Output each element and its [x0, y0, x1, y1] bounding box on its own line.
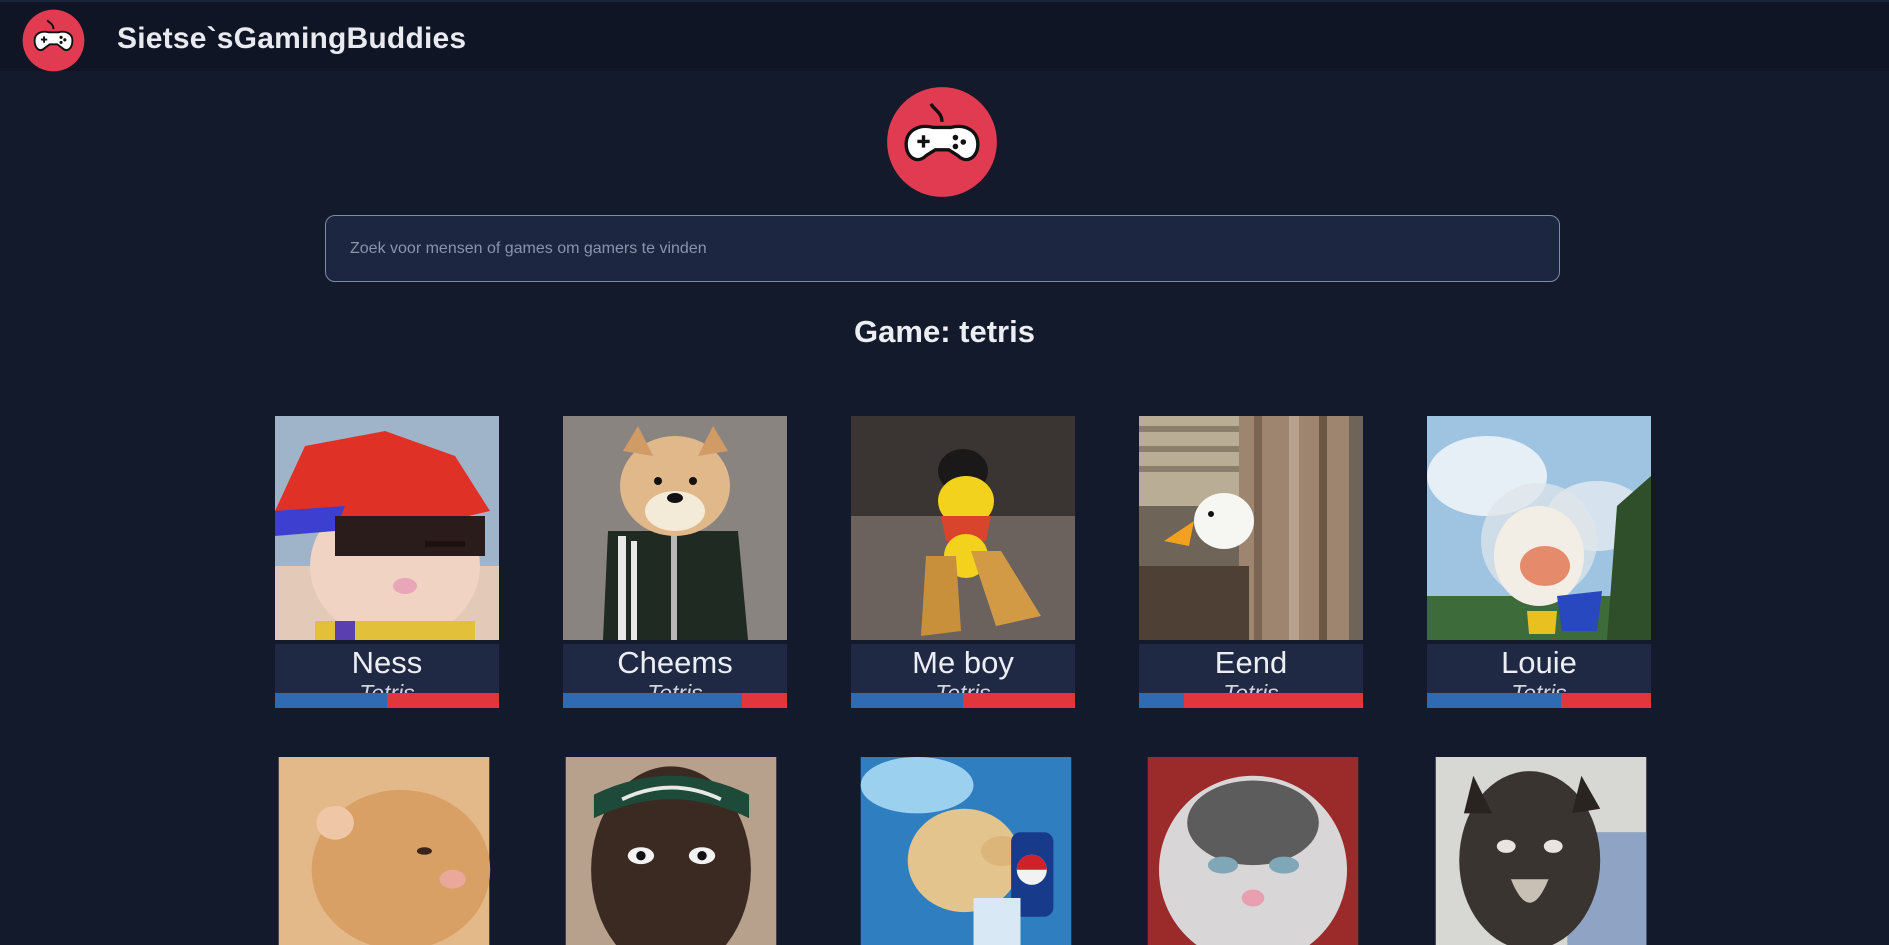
player-avatar	[1427, 416, 1651, 640]
player-card[interactable]: Ness Tetris	[275, 416, 499, 708]
ratio-bar-red	[963, 693, 1075, 708]
player-card[interactable]: Eend Tetris	[1139, 416, 1363, 708]
ratio-bar-blue	[563, 693, 743, 708]
puppy-pepsi-photo[interactable]	[854, 757, 1078, 945]
player-info: Cheems Tetris	[563, 644, 787, 708]
search-input[interactable]	[326, 216, 1559, 281]
gamepad-icon[interactable]	[22, 9, 85, 72]
man-headband-photo[interactable]	[559, 757, 783, 945]
player-name: Cheems	[617, 645, 733, 680]
navbar: Sietse`sGamingBuddies	[0, 0, 1889, 72]
ratio-bar	[275, 693, 499, 708]
player-name: Eend	[1214, 645, 1288, 680]
search-box	[325, 215, 1560, 282]
wet-cat-photo[interactable]	[1429, 757, 1653, 945]
player-info: Ness Tetris	[275, 644, 499, 708]
player-info: Eend Tetris	[1139, 644, 1363, 708]
ratio-bar-red	[387, 693, 499, 708]
ratio-bar-red	[1561, 693, 1651, 708]
hamster-photo[interactable]	[272, 757, 496, 945]
player-info: Louie Tetris	[1427, 644, 1651, 708]
ratio-bar-blue	[275, 693, 387, 708]
player-card[interactable]: Cheems Tetris	[563, 416, 787, 708]
ratio-bar-red	[1183, 693, 1363, 708]
player-avatar	[563, 416, 787, 640]
ratio-bar	[1427, 693, 1651, 708]
ratio-bar-blue	[851, 693, 963, 708]
ratio-bar	[1139, 693, 1363, 708]
ratio-bar-blue	[1427, 693, 1562, 708]
player-name: Louie	[1501, 645, 1577, 680]
kitten-photo[interactable]	[1141, 757, 1365, 945]
ratio-bar	[563, 693, 787, 708]
player-card[interactable]: Louie Tetris	[1427, 416, 1651, 708]
gamepad-icon	[887, 87, 997, 197]
player-info: Me boy Tetris	[851, 644, 1075, 708]
player-avatar	[1139, 416, 1363, 640]
player-avatar	[851, 416, 1075, 640]
ratio-bar-blue	[1139, 693, 1184, 708]
player-name: Me boy	[912, 645, 1014, 680]
site-title[interactable]: Sietse`sGamingBuddies	[117, 22, 466, 56]
player-card[interactable]: Me boy Tetris	[851, 416, 1075, 708]
ratio-bar	[851, 693, 1075, 708]
game-heading: Game: tetris	[854, 314, 1035, 349]
ratio-bar-red	[742, 693, 787, 708]
player-name: Ness	[351, 645, 423, 680]
player-avatar	[275, 416, 499, 640]
